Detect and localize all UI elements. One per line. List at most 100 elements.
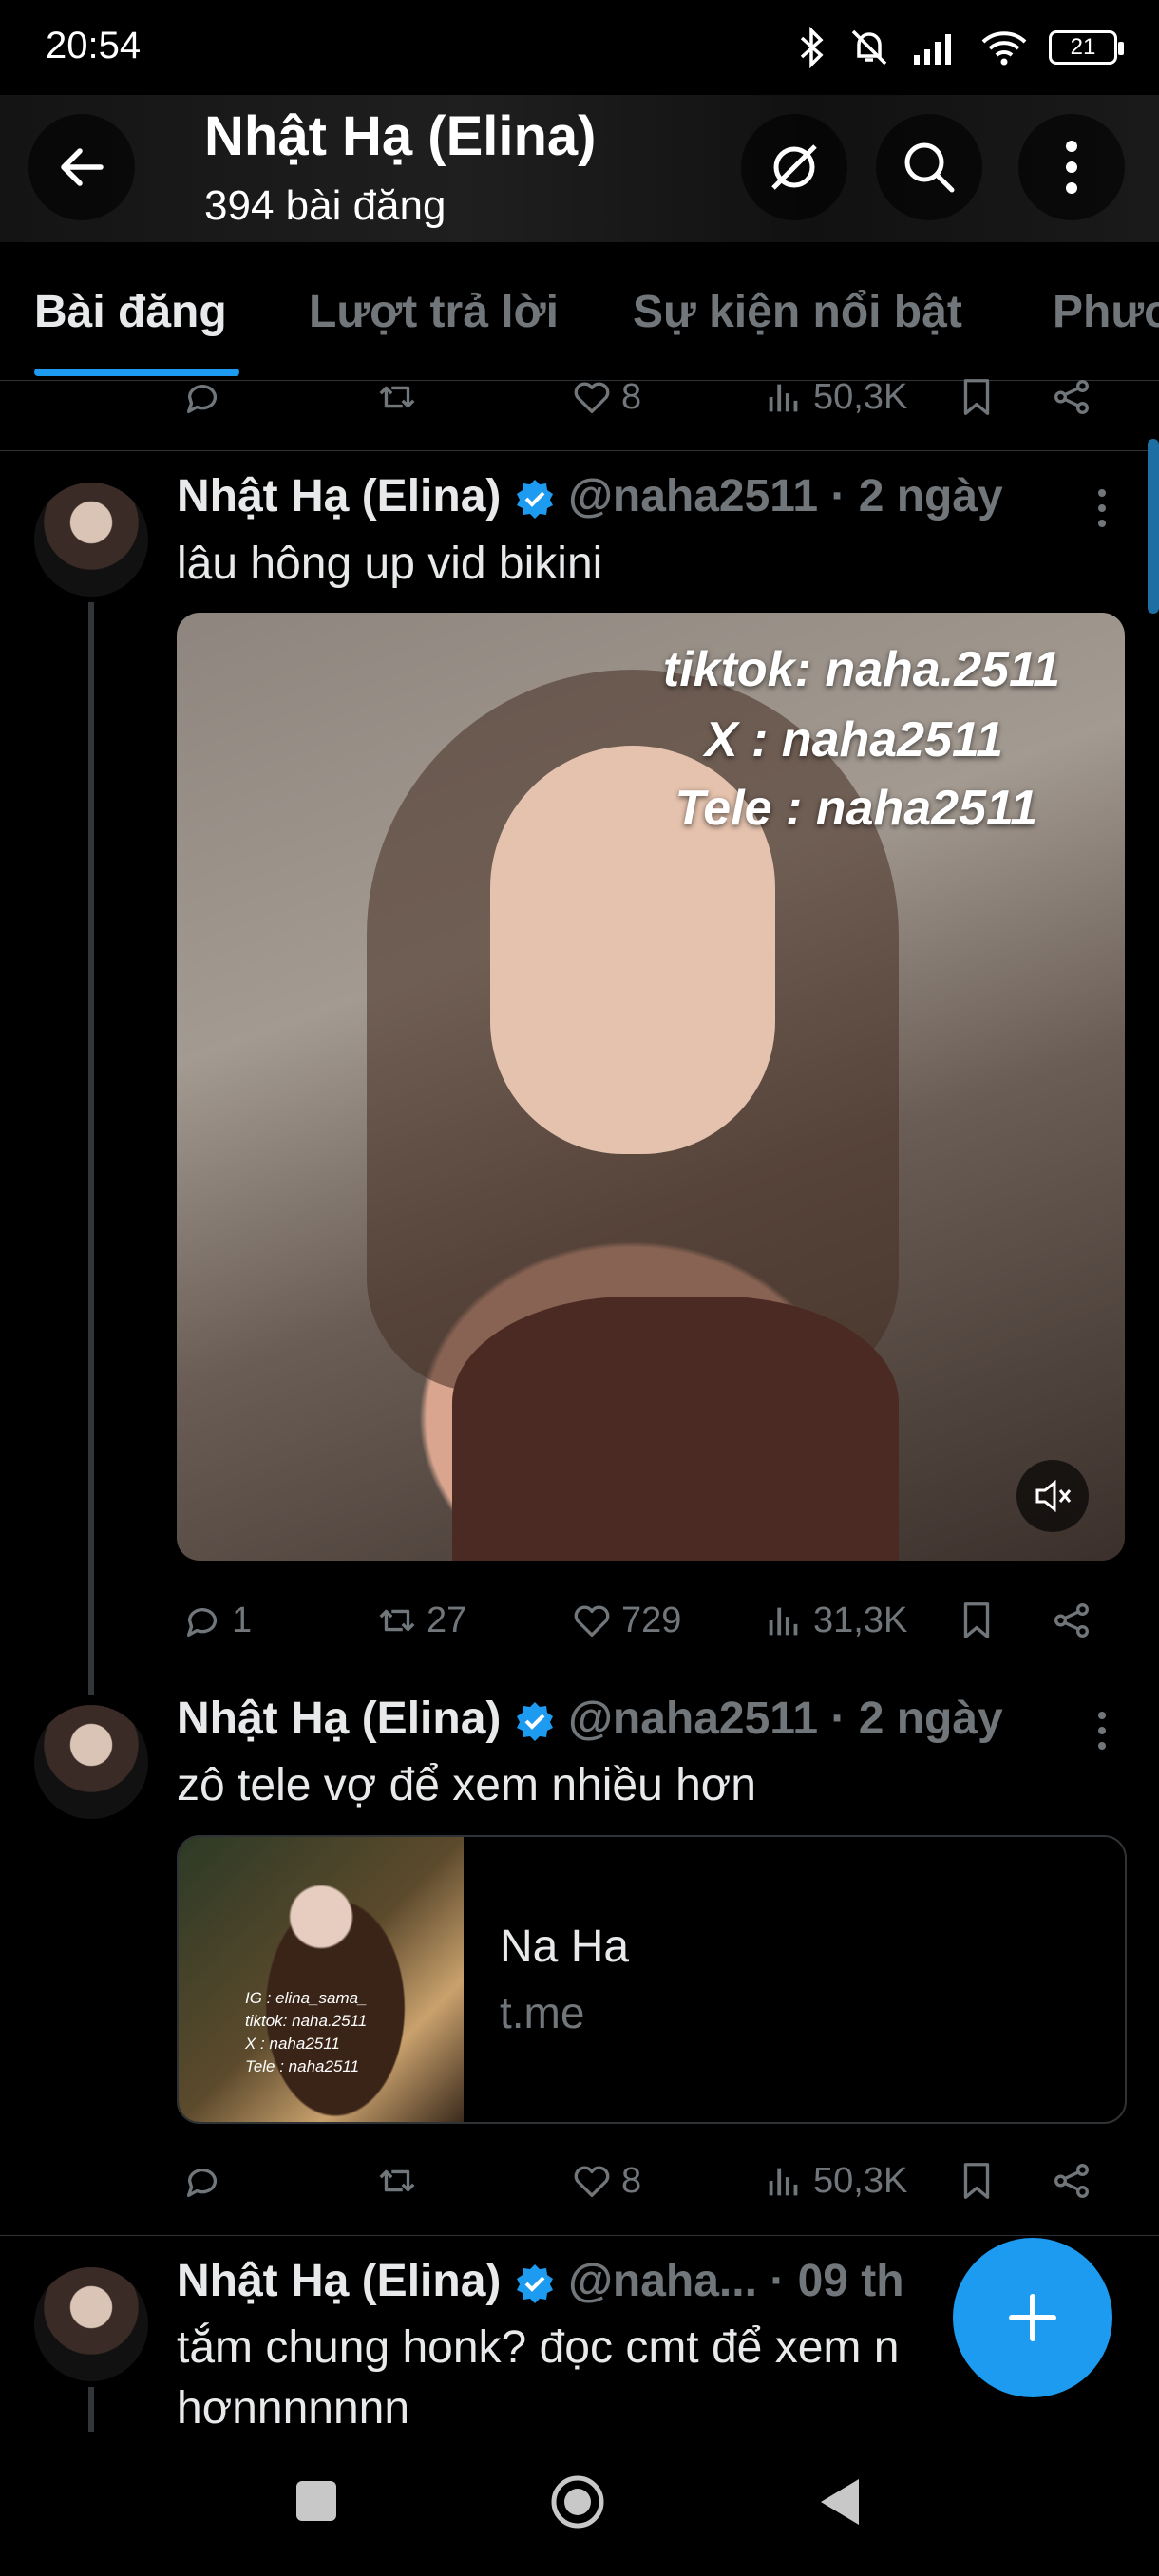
tweet-text-line: hơnnnnnnn	[177, 2383, 410, 2434]
avatar[interactable]	[34, 1705, 148, 1819]
card-image-text-line: tiktok: naha.2511	[245, 2012, 368, 2030]
share-button[interactable]	[1050, 2152, 1093, 2209]
reply-icon	[186, 384, 218, 414]
system-nav-bar	[0, 2432, 1159, 2576]
back-button[interactable]	[28, 114, 135, 220]
views-count: 50,3K	[813, 2160, 908, 2201]
bluetooth-icon	[800, 27, 824, 68]
bookmark-button[interactable]	[955, 2152, 998, 2209]
repost-icon	[379, 1609, 415, 1632]
like-button[interactable]: 8	[570, 2152, 641, 2209]
like-button[interactable]: 729	[570, 1592, 681, 1649]
mute-button[interactable]	[1016, 1460, 1089, 1532]
compose-button[interactable]	[953, 2238, 1112, 2397]
tab-posts[interactable]: Bài đăng	[34, 286, 227, 338]
bookmark-button[interactable]	[955, 1592, 998, 1649]
like-button[interactable]: 8	[570, 369, 641, 426]
profile-header: Nhật Hạ (Elina) 394 bài đăng	[0, 95, 1159, 242]
card-image-text-line: IG : elina_sama_	[245, 1989, 368, 2007]
like-count: 8	[621, 376, 642, 417]
grok-button[interactable]	[741, 114, 847, 220]
video-overlay-x: X : naha2511	[704, 712, 1003, 767]
tweet-text-line: tắm chung honk? đọc cmt để xem n	[177, 2322, 900, 2373]
card-image-text-line: X : naha2511	[245, 2035, 340, 2053]
avatar[interactable]	[34, 2267, 148, 2381]
video-overlay-tele: Tele : naha2511	[674, 781, 1037, 836]
tweet-actions: 8 50,3K	[180, 2152, 1102, 2209]
views-icon	[769, 1607, 798, 1636]
tweet-actions: 1 27 729 31,3K	[180, 1592, 1102, 1649]
reply-button[interactable]	[180, 369, 224, 426]
card-image-text: IG : elina_sama_ tiktok: naha.2511 X : n…	[245, 1987, 368, 2078]
plus-icon	[1009, 2294, 1056, 2341]
link-card-domain: t.me	[500, 1988, 585, 2037]
reply-count: 1	[232, 1600, 253, 1640]
divider	[0, 2235, 1159, 2236]
views-button[interactable]: 31,3K	[762, 1592, 907, 1649]
bookmark-button[interactable]	[955, 369, 998, 426]
reply-icon	[186, 1607, 218, 1638]
views-button[interactable]: 50,3K	[762, 2152, 907, 2209]
verified-icon	[516, 480, 553, 520]
share-icon	[1054, 380, 1089, 414]
profile-tabs: Bài đăng Lượt trả lời Sự kiện nổi bật Ph…	[0, 242, 1159, 381]
like-icon	[574, 382, 610, 414]
share-button[interactable]	[1050, 1592, 1093, 1649]
repost-button[interactable]	[375, 369, 419, 426]
tweet-more-icon[interactable]	[1083, 480, 1121, 537]
repost-icon	[379, 2169, 415, 2192]
repost-count: 27	[427, 1600, 467, 1640]
recents-icon[interactable]	[294, 2479, 338, 2523]
author-name[interactable]: Nhật Hạ (Elina)	[177, 2256, 501, 2306]
like-count: 8	[621, 2160, 642, 2201]
link-card-image: IG : elina_sama_ tiktok: naha.2511 X : n…	[179, 1837, 464, 2122]
mute-bell-icon	[851, 29, 887, 66]
avatar[interactable]	[34, 483, 148, 597]
views-button[interactable]: 50,3K	[762, 369, 907, 426]
tweet-author-row: Nhật Hạ (Elina) @naha2511 · 2 ngày	[177, 470, 1003, 522]
tweet-meta: @naha... · 09 th	[568, 2256, 904, 2306]
divider	[0, 450, 1159, 451]
tweet-video[interactable]: tiktok: naha.2511 X : naha2511 Tele : na…	[177, 613, 1125, 1561]
author-name[interactable]: Nhật Hạ (Elina)	[177, 471, 501, 521]
repost-icon	[379, 386, 415, 408]
views-count: 50,3K	[813, 376, 908, 417]
tab-media[interactable]: Phươ	[1053, 286, 1159, 338]
reply-icon	[186, 2168, 218, 2198]
more-vertical-icon	[1066, 141, 1077, 194]
scrollbar-thumb[interactable]	[1148, 439, 1159, 614]
verified-icon	[516, 1702, 553, 1742]
thread-line	[88, 602, 94, 1695]
tweet-text: lâu hông up vid bikini	[177, 539, 603, 589]
search-button[interactable]	[876, 114, 982, 220]
tweet-text: zô tele vợ để xem nhiều hơn	[177, 1760, 756, 1810]
reply-button[interactable]: 1	[180, 1592, 252, 1649]
tweet-meta: @naha2511 · 2 ngày	[568, 1694, 1003, 1744]
mute-icon	[1036, 1479, 1072, 1513]
like-icon	[574, 1605, 610, 1638]
views-icon	[769, 384, 798, 412]
signal-icon	[914, 34, 951, 65]
status-icons: 21	[798, 23, 1124, 72]
repost-button[interactable]	[375, 2152, 419, 2209]
author-name[interactable]: Nhật Hạ (Elina)	[177, 1694, 501, 1744]
prev-tweet-actions: 8 50,3K	[180, 369, 1102, 426]
link-card[interactable]: IG : elina_sama_ tiktok: naha.2511 X : n…	[177, 1835, 1127, 2124]
verified-icon	[516, 2264, 553, 2304]
share-button[interactable]	[1050, 369, 1093, 426]
tab-highlights[interactable]: Sự kiện nổi bật	[633, 286, 962, 338]
tweet-more-icon[interactable]	[1083, 1702, 1121, 1759]
repost-button[interactable]: 27	[375, 1592, 466, 1649]
status-time: 20:54	[46, 25, 142, 66]
reply-button[interactable]	[180, 2152, 224, 2209]
tab-replies[interactable]: Lượt trả lời	[309, 286, 559, 338]
bookmark-icon	[963, 1602, 990, 1638]
share-icon	[1054, 1603, 1089, 1638]
tweet-author-row: Nhật Hạ (Elina) @naha2511 · 2 ngày	[177, 1693, 1003, 1745]
like-icon	[574, 2166, 610, 2198]
home-icon[interactable]	[549, 2473, 606, 2530]
tweet-author-row: Nhật Hạ (Elina) @naha... · 09 th	[177, 2255, 904, 2307]
more-options-button[interactable]	[1018, 114, 1125, 220]
back-arrow-icon	[61, 148, 104, 186]
back-nav-icon[interactable]	[815, 2475, 863, 2529]
